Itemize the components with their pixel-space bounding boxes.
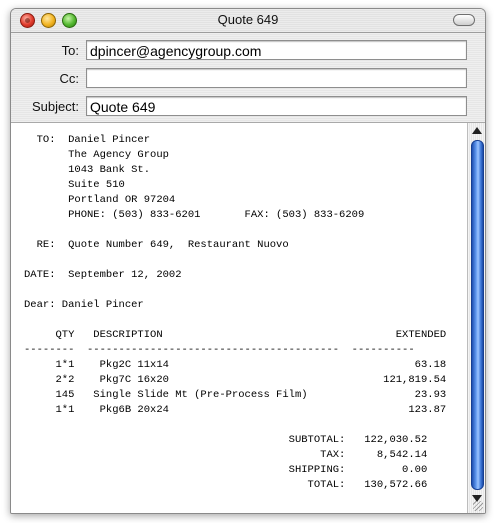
subject-row: Subject: Quote 649 <box>11 96 485 118</box>
subtotal-line: SUBTOTAL: 122,030.52 <box>24 434 428 446</box>
date-line: DATE: September 12, 2002 <box>24 269 182 281</box>
re-line: RE: Quote Number 649, Restaurant Nuovo <box>24 239 289 251</box>
vertical-scrollbar[interactable] <box>467 123 485 513</box>
address-line: Suite 510 <box>24 179 125 191</box>
table-row: 2*2 Pkg7C 16x20 121,819.54 <box>24 374 447 386</box>
subject-label: Subject: <box>32 99 79 114</box>
address-line: The Agency Group <box>24 149 169 161</box>
title-bar[interactable]: Quote 649 <box>11 9 485 33</box>
table-rule: -------- -------------------------------… <box>24 344 415 356</box>
address-line: Portland OR 97204 <box>24 194 176 206</box>
tax-line: TAX: 8,542.14 <box>24 449 428 461</box>
shipping-line: SHIPPING: 0.00 <box>24 464 428 476</box>
salutation-line: Dear: Daniel Pincer <box>24 299 144 311</box>
toolbar-toggle-button[interactable] <box>453 14 475 26</box>
subject-field[interactable]: Quote 649 <box>86 96 467 116</box>
cc-field[interactable] <box>86 68 467 88</box>
cc-row: Cc: <box>11 68 485 90</box>
to-field[interactable]: dpincer@agencygroup.com <box>86 40 467 60</box>
to-line: TO: Daniel Pincer <box>24 134 151 146</box>
table-header: QTY DESCRIPTION EXTENDED <box>24 329 447 341</box>
total-line: TOTAL: 130,572.66 <box>24 479 428 491</box>
phone-fax-line: PHONE: (503) 833-6201 FAX: (503) 833-620… <box>24 209 365 221</box>
table-row: 1*1 Pkg2C 11x14 63.18 <box>24 359 447 371</box>
to-label: To: <box>61 43 79 58</box>
resize-grip-icon[interactable] <box>473 501 483 511</box>
cc-label: Cc: <box>59 71 80 86</box>
window-title: Quote 649 <box>217 12 279 27</box>
scroll-thumb[interactable] <box>471 140 484 490</box>
to-row: To: dpincer@agencygroup.com <box>11 40 485 62</box>
address-line: 1043 Bank St. <box>24 164 151 176</box>
mail-window: Quote 649 To: dpincer@agencygroup.com Cc… <box>10 8 486 514</box>
table-row: 145 Single Slide Mt (Pre-Process Film) 2… <box>24 389 447 401</box>
scroll-up-arrow-icon[interactable] <box>472 127 482 134</box>
message-body[interactable]: TO: Daniel Pincer The Agency Group 1043 … <box>11 123 467 513</box>
table-row: 1*1 Pkg6B 20x24 123.87 <box>24 404 447 416</box>
message-header: To: dpincer@agencygroup.com Cc: Subject:… <box>11 33 485 123</box>
